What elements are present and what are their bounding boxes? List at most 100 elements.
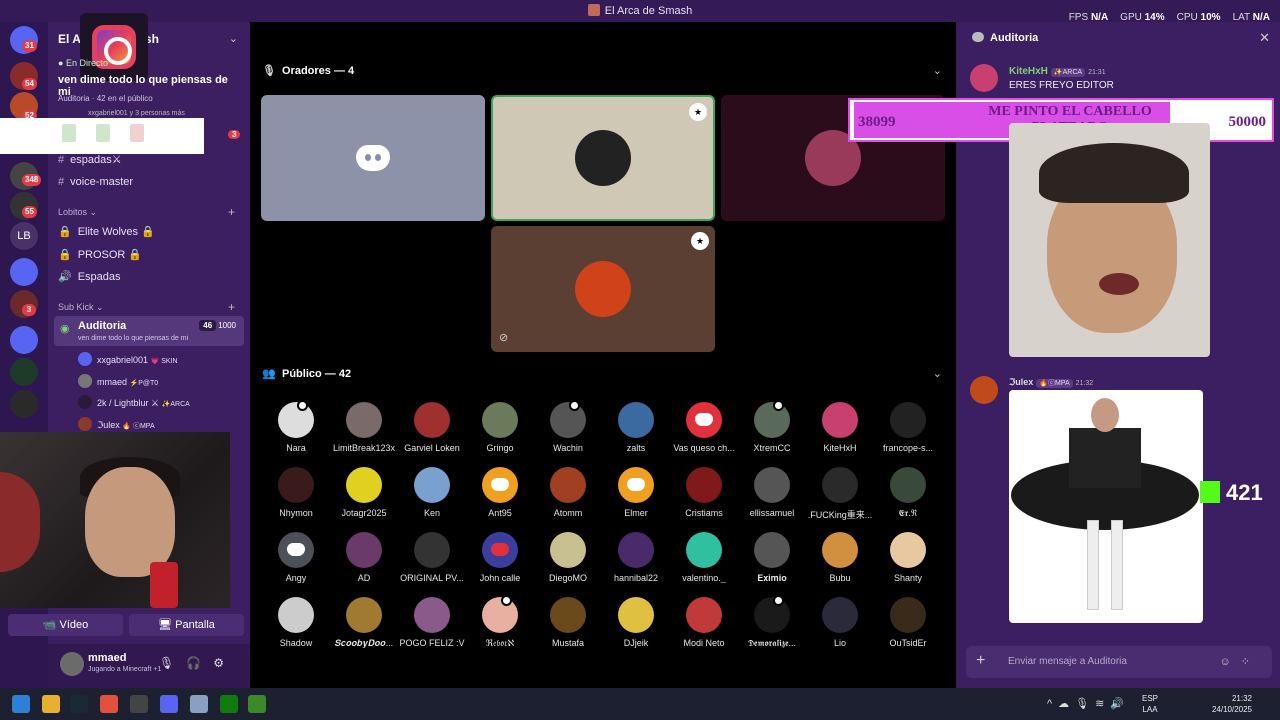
speaker-tile[interactable]: ★ xyxy=(491,95,715,221)
audience-member[interactable]: KiteHxH xyxy=(806,402,874,459)
lock-icon: 🔒 xyxy=(58,226,72,238)
audience-member[interactable]: francope-s... xyxy=(874,402,942,459)
system-tray[interactable]: ^☁🎙≋🔊 xyxy=(1047,697,1130,710)
app-icon xyxy=(587,4,600,16)
avatar[interactable] xyxy=(60,652,84,676)
audience-member[interactable]: Ant95 xyxy=(466,467,534,524)
audience-member[interactable]: Vas queso ch... xyxy=(670,402,738,459)
channel-elite-wolves[interactable]: 🔒 Elite Wolves 🔒 xyxy=(58,225,155,238)
channel-voice-master[interactable]: # voice-master xyxy=(58,176,133,188)
channel-prosor[interactable]: 🔒 PROSOR 🔒 xyxy=(58,248,142,261)
audience-member[interactable]: Cristiams xyxy=(670,467,738,524)
steam-icon[interactable] xyxy=(70,695,88,713)
audience-member[interactable]: XtremCC xyxy=(738,400,806,459)
message-author[interactable]: ℑulex 🔥ⓒMPA 21:32 xyxy=(1009,377,1093,388)
headphones-icon: 🎧 xyxy=(186,656,214,670)
user-controls[interactable]: 🎙🎧⚙ xyxy=(159,656,236,670)
audience-member[interactable]: zalts xyxy=(602,402,670,459)
channel-espadas[interactable]: # espadas⚔ xyxy=(58,153,122,166)
voice-user[interactable]: ℑulex 🔥 ⓒMPA xyxy=(78,417,155,431)
mic-icon: 🎙 xyxy=(262,65,276,77)
chat-image[interactable] xyxy=(1009,390,1203,623)
video-button[interactable]: 📹 Vídeo xyxy=(8,614,123,636)
audience-member[interactable]: Garviel Loken xyxy=(398,402,466,459)
category-sub-kick[interactable]: Sub Kick ⌄ xyxy=(58,302,104,313)
obs-icon[interactable] xyxy=(130,695,148,713)
app-icon[interactable] xyxy=(190,695,208,713)
chevron-down-icon[interactable]: ⌄ xyxy=(229,32,238,45)
screen-share-button[interactable]: 🖥 Pantalla xyxy=(129,614,244,636)
server-icon[interactable] xyxy=(10,358,38,386)
minecraft-icon[interactable] xyxy=(248,695,266,713)
audience-member[interactable]: John calle xyxy=(466,532,534,589)
moderator-icon: ★ xyxy=(691,232,709,250)
chevron-down-icon[interactable]: ⌄ xyxy=(933,367,942,380)
speaker-tile[interactable]: ★ ⊘ xyxy=(491,226,715,352)
audience-member[interactable]: hannibal22 xyxy=(602,532,670,589)
audience-member[interactable]: 𝑺𝒄𝒐𝒐𝒃𝒚𝑫𝒐𝒐... xyxy=(330,597,398,654)
speaker-icon: 🔊 xyxy=(58,271,72,283)
voice-user[interactable]: 2k / Lightblur ⚔ ✨ARCA xyxy=(78,395,190,409)
xbox-icon[interactable] xyxy=(220,695,238,713)
audience-member[interactable]: LimitBreak123x xyxy=(330,402,398,459)
speaker-tile[interactable] xyxy=(261,95,485,221)
audience-member[interactable]: ellissamuel xyxy=(738,467,806,524)
audience-member[interactable]: Ken xyxy=(398,467,466,524)
audience-member[interactable]: 𝐄𝐱𝐢𝐦𝐢𝐨 xyxy=(738,532,806,589)
audience-member[interactable]: .FUCKing重来... xyxy=(806,467,874,524)
audience-member[interactable]: valentino._ xyxy=(670,532,738,589)
audience-member[interactable]: Shadow xyxy=(262,597,330,654)
message-author[interactable]: KiteHxH ✨ARCA 21:31 xyxy=(1009,66,1106,77)
microphone xyxy=(150,562,178,608)
language-indicator[interactable]: ESP LAA xyxy=(1142,693,1158,715)
channel-espadas-2[interactable]: 🔊 Espadas xyxy=(58,270,121,283)
audience-member[interactable]: Shanty xyxy=(874,532,942,589)
audience-member[interactable]: ℜ𝔢𝔟𝔬𝔯ℵ xyxy=(466,595,534,654)
goal-target: 50000 xyxy=(1228,114,1267,130)
chat-image[interactable] xyxy=(1009,123,1210,357)
server-icon[interactable] xyxy=(10,390,38,418)
close-icon[interactable]: ✕ xyxy=(1259,30,1270,46)
clock[interactable]: 21:32 24/10/2025 xyxy=(1212,693,1252,715)
audience-member[interactable]: OuTsidEr xyxy=(874,597,942,654)
avatar[interactable] xyxy=(970,376,998,404)
audience-member[interactable]: Jotagr2025 xyxy=(330,467,398,524)
audience-member[interactable]: 𝕯𝖊𝖒𝖔𝖗𝖆𝖑𝖎𝖟𝖊... xyxy=(738,595,806,654)
audience-member[interactable]: DJjeik xyxy=(602,597,670,654)
chevron-down-icon[interactable]: ⌄ xyxy=(933,64,942,77)
audience-member[interactable]: Atomm xyxy=(534,467,602,524)
audience-member[interactable]: Nhymon xyxy=(262,467,330,524)
input-actions[interactable]: ☺⁘ xyxy=(1220,655,1260,668)
avatar xyxy=(78,395,92,409)
audience-member[interactable]: Modi Neto xyxy=(670,597,738,654)
folder-icon[interactable] xyxy=(10,258,38,286)
file-explorer-icon[interactable] xyxy=(42,695,60,713)
voice-channel-auditoria[interactable]: ◉ Auditoria ven dime todo lo que piensas… xyxy=(54,316,244,346)
audience-member[interactable]: Elmer xyxy=(602,467,670,524)
voice-user[interactable]: xxgabriel001 💗 SKIN xyxy=(78,352,178,366)
audience-member[interactable]: POGO FELIZ :V xyxy=(398,597,466,654)
message-input[interactable]: + Enviar mensaje a Auditoria ☺⁘ xyxy=(966,646,1272,678)
audience-member[interactable]: Lio xyxy=(806,597,874,654)
voice-user[interactable]: mmaed ⚡P@T0 xyxy=(78,374,158,388)
audience-member[interactable]: Nara xyxy=(262,400,330,459)
audience-member[interactable]: Angy xyxy=(262,532,330,589)
plus-icon[interactable]: + xyxy=(976,652,985,670)
server-lb[interactable]: LB xyxy=(10,222,38,250)
audience-member[interactable]: ORIGINAL PV... xyxy=(398,532,466,589)
discord-icon[interactable] xyxy=(160,695,178,713)
brave-icon[interactable] xyxy=(100,695,118,713)
audience-member[interactable]: AD xyxy=(330,532,398,589)
avatar[interactable] xyxy=(970,64,998,92)
category-lobitos[interactable]: Lobitos ⌄ xyxy=(58,207,97,218)
audience-member[interactable]: 𝕰𝖗.ℜ xyxy=(874,467,942,524)
folder-icon[interactable] xyxy=(10,326,38,354)
audience-member[interactable]: Bubu xyxy=(806,532,874,589)
hash-icon: # xyxy=(58,154,65,166)
leg xyxy=(1087,520,1099,610)
audience-member[interactable]: Mustafa xyxy=(534,597,602,654)
audience-member[interactable]: DiegoMO xyxy=(534,532,602,589)
audience-member[interactable]: Gringo xyxy=(466,402,534,459)
audience-member[interactable]: Wachin xyxy=(534,400,602,459)
windows-start-icon[interactable] xyxy=(12,695,30,713)
